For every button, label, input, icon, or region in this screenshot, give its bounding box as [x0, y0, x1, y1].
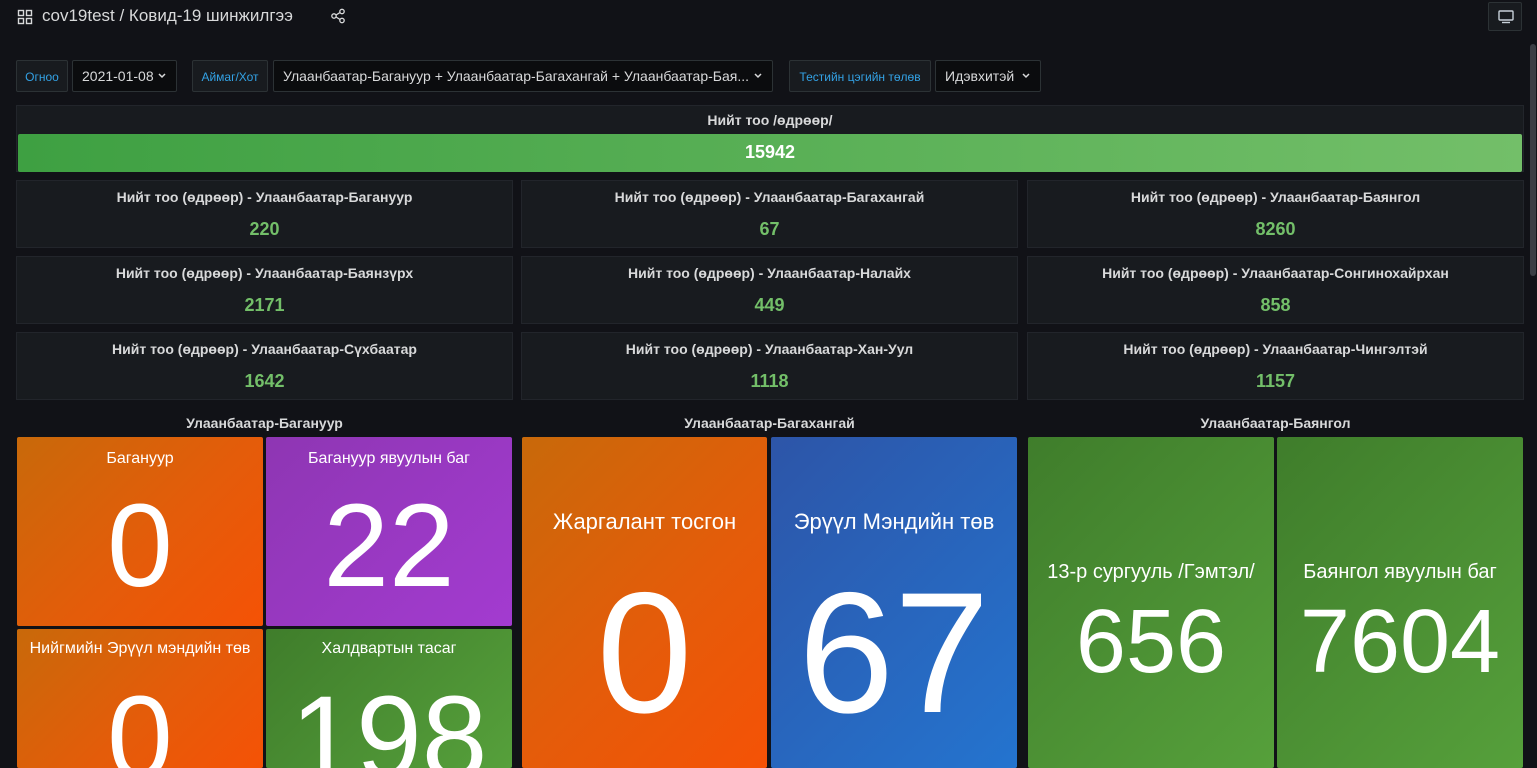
tile-baganuur-mobile-team[interactable]: Багануур явуулын баг 22 [266, 437, 512, 626]
status-select-value: Идэвхитэй [945, 68, 1015, 84]
panel-title: Нийт тоо (өдрөөр) - Улаанбаатар-Сонгинох… [1102, 265, 1449, 281]
variable-label-date: Огноо [16, 60, 68, 92]
tile-infection-ward[interactable]: Халдвартын тасаг 198 [266, 629, 512, 768]
tv-mode-button[interactable] [1488, 2, 1522, 31]
stat-value: 220 [249, 219, 280, 239]
tile-value: 0 [107, 480, 173, 612]
province-select-value: Улаанбаатар-Багануур + Улаанбаатар-Багах… [283, 68, 750, 84]
panel-title: Нийт тоо (өдрөөр) - Улаанбаатар-Чингэлтэ… [1123, 341, 1428, 357]
stat-value: 1642 [244, 371, 285, 391]
stat-value: 2171 [244, 295, 285, 315]
panel-title: Нийт тоо (өдрөөр) - Улаанбаатар-Баянгол [1130, 189, 1421, 205]
stat-value: 1157 [1255, 371, 1296, 391]
tile-value: 0 [596, 557, 693, 749]
stat-panel-khan-uul[interactable]: Нийт тоо (өдрөөр) - Улаанбаатар-Хан-Уул … [521, 332, 1018, 400]
stat-panel-songinokhairkhan[interactable]: Нийт тоо (өдрөөр) - Улаанбаатар-Сонгинох… [1027, 256, 1524, 324]
panel-title: Нийт тоо (өдрөөр) - Улаанбаатар-Налайх [628, 265, 911, 281]
variable-label-province: Аймаг/Хот [192, 60, 268, 92]
panel-title: Нийт тоо (өдрөөр) - Улаанбаатар-Баянзүрх [115, 265, 414, 281]
variable-label-status: Тестийн цэгийн төлөв [789, 60, 931, 92]
province-select[interactable]: Улаанбаатар-Багануур + Улаанбаатар-Багах… [273, 60, 773, 92]
dashboard-title[interactable]: cov19test / Ковид-19 шинжилгээ [42, 6, 293, 26]
tv-mode-icon [1498, 10, 1514, 24]
tile-label: 13-р сургууль /Гэмтэл/ [1047, 561, 1255, 583]
grid-icon[interactable] [17, 9, 33, 25]
tile-value: 656 [1075, 592, 1227, 692]
tile-value: 22 [323, 480, 455, 612]
tile-value: 198 [290, 672, 488, 768]
tile-school-13-trauma[interactable]: 13-р сургууль /Гэмтэл/ 656 [1028, 437, 1274, 768]
chevron-down-icon [158, 73, 166, 79]
chevron-down-icon [754, 73, 762, 79]
tile-label: Баянгол явуулын баг [1303, 561, 1497, 583]
variables-bar: Огноо 2021-01-08 Аймаг/Хот Улаанбаатар-Б… [0, 60, 1537, 92]
stat-value: 1118 [750, 371, 789, 391]
tile-label: Жаргалант тосгон [552, 509, 737, 534]
section-title-bagakhangai: Улаанбаатар-Багахангай [684, 415, 855, 431]
tile-baganuur[interactable]: Багануур 0 [17, 437, 263, 626]
tile-value: 0 [107, 672, 173, 768]
stat-value: 67 [759, 219, 780, 239]
stat-value: 449 [754, 295, 785, 315]
tile-jargalant-village[interactable]: Жаргалант тосгон 0 [522, 437, 767, 768]
panel-title: Нийт тоо /өдрөөр/ [707, 112, 833, 128]
stat-panel-bagakhangai[interactable]: Нийт тоо (өдрөөр) - Улаанбаатар-Багаханг… [521, 180, 1018, 248]
stat-panel-bayangol[interactable]: Нийт тоо (өдрөөр) - Улаанбаатар-Баянгол … [1027, 180, 1524, 248]
total-bar-gauge: 15942 [18, 134, 1522, 172]
panel-title: Нийт тоо (өдрөөр) - Улаанбаатар-Сүхбаата… [112, 341, 417, 357]
section-title-bayangol: Улаанбаатар-Баянгол [1200, 415, 1351, 431]
tile-label: Багануур явуулын баг [308, 450, 470, 467]
chevron-down-icon [1022, 73, 1030, 79]
tile-label: Эрүүл Мэндийн төв [793, 509, 995, 534]
total-panel[interactable]: Нийт тоо /өдрөөр/ 15942 [16, 105, 1524, 172]
tile-bayangol-mobile-team[interactable]: Баянгол явуулын баг 7604 [1277, 437, 1523, 768]
stat-panel-bayanzurkh[interactable]: Нийт тоо (өдрөөр) - Улаанбаатар-Баянзүрх… [16, 256, 513, 324]
stat-panel-nalaikh[interactable]: Нийт тоо (өдрөөр) - Улаанбаатар-Налайх 4… [521, 256, 1018, 324]
panel-title: Нийт тоо (өдрөөр) - Улаанбаатар-Багаханг… [614, 189, 925, 205]
share-icon[interactable] [330, 8, 346, 24]
tile-label: Нийгмийн Эрүүл мэндийн төв [29, 640, 251, 657]
tile-value: 67 [798, 557, 990, 749]
tile-health-center[interactable]: Эрүүл Мэндийн төв 67 [771, 437, 1017, 768]
tile-label: Багануур [106, 450, 174, 467]
date-select-value: 2021-01-08 [82, 68, 154, 84]
section-title-baganuur: Улаанбаатар-Багануур [186, 415, 343, 431]
stat-panel-sukhbaatar[interactable]: Нийт тоо (өдрөөр) - Улаанбаатар-Сүхбаата… [16, 332, 513, 400]
stat-panel-baganuur[interactable]: Нийт тоо (өдрөөр) - Улаанбаатар-Багануур… [16, 180, 513, 248]
panel-title: Нийт тоо (өдрөөр) - Улаанбаатар-Хан-Уул [625, 341, 914, 357]
stat-panel-chingeltei[interactable]: Нийт тоо (өдрөөр) - Улаанбаатар-Чингэлтэ… [1027, 332, 1524, 400]
tile-public-health-center[interactable]: Нийгмийн Эрүүл мэндийн төв 0 [17, 629, 263, 768]
date-select[interactable]: 2021-01-08 [72, 60, 177, 92]
dashboard-header: cov19test / Ковид-19 шинжилгээ [0, 0, 1537, 36]
stat-value: 858 [1260, 295, 1291, 315]
stat-value: 8260 [1255, 219, 1296, 239]
total-value: 15942 [744, 142, 796, 162]
status-select[interactable]: Идэвхитэй [935, 60, 1041, 92]
tile-label: Халдвартын тасаг [321, 640, 457, 657]
tile-value: 7604 [1299, 592, 1501, 692]
panel-title: Нийт тоо (өдрөөр) - Улаанбаатар-Багануур [116, 189, 413, 205]
